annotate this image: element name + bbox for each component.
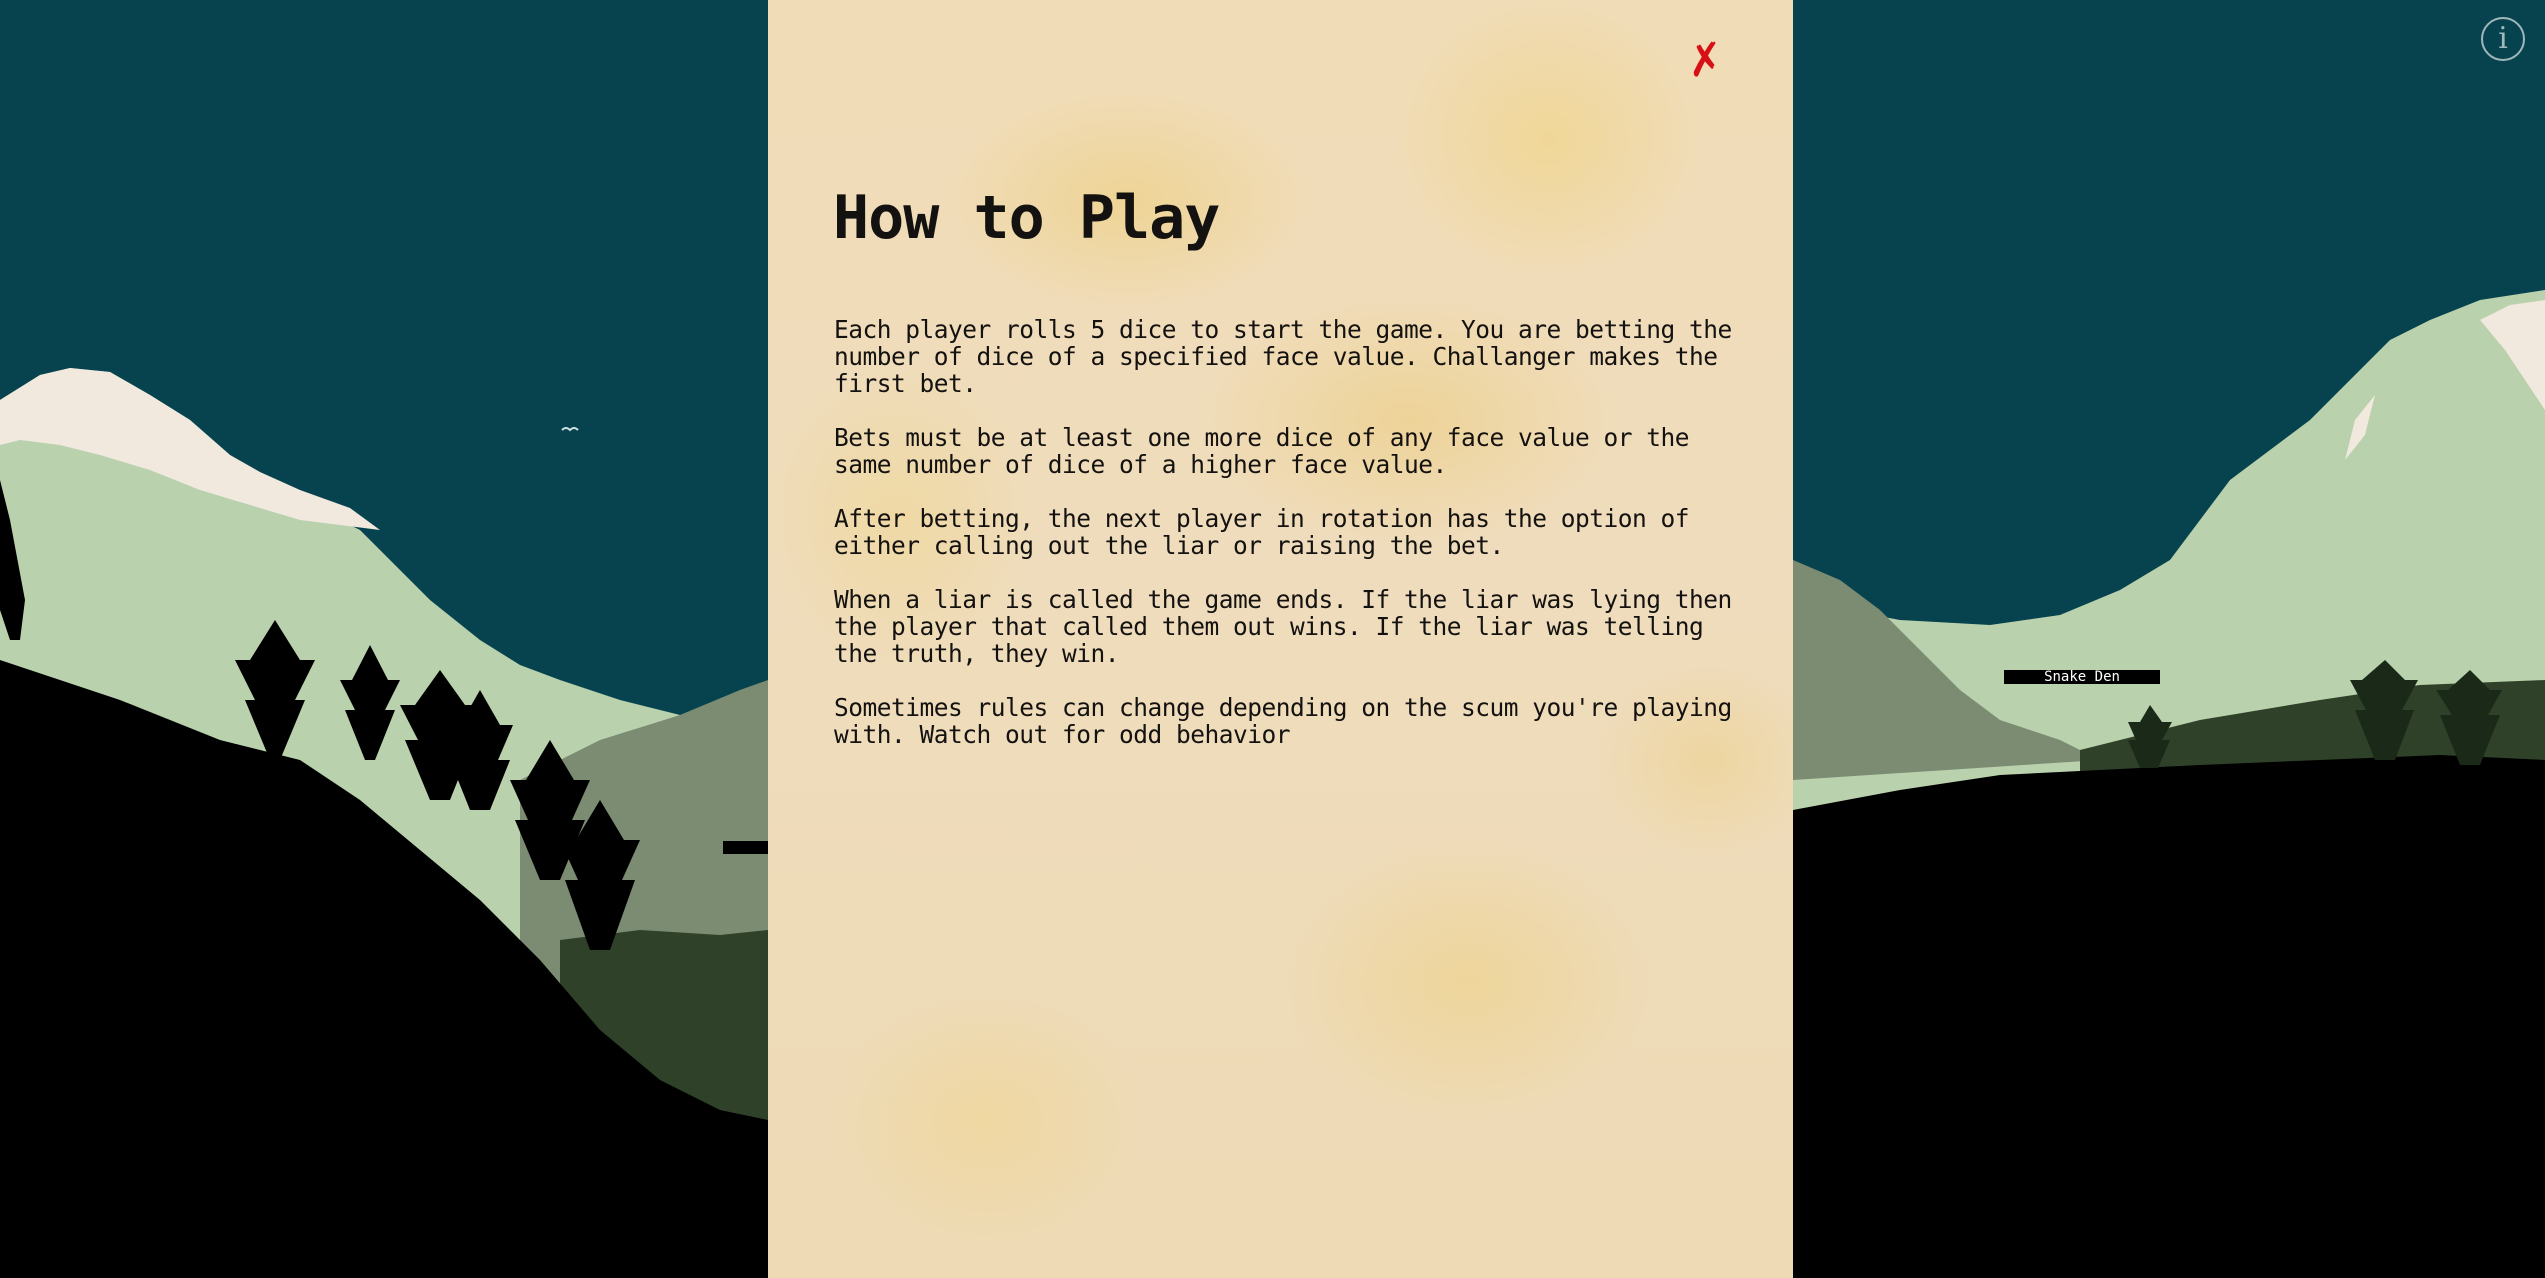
rules-paragraph: When a liar is called the game ends. If … — [834, 585, 1732, 668]
modal-title: How to Play — [833, 183, 1220, 253]
how-to-play-modal: ✗ How to Play Each player rolls 5 dice t… — [768, 0, 1793, 1278]
rules-paragraph: Bets must be at least one more dice of a… — [834, 423, 1690, 479]
rules-paragraph: After betting, the next player in rotati… — [834, 504, 1690, 560]
rules-paragraph: Sometimes rules can change depending on … — [834, 693, 1732, 749]
right-silhouette — [1793, 755, 2545, 1278]
game-scene: Snake Den i ✗ How to Play Each player ro… — [0, 0, 2545, 1278]
rules-text: Each player rolls 5 dice to start the ga… — [834, 316, 1734, 775]
info-icon[interactable]: i — [2481, 17, 2525, 61]
location-label-snake-den[interactable]: Snake Den — [2004, 670, 2160, 684]
rules-paragraph: Each player rolls 5 dice to start the ga… — [834, 315, 1732, 398]
close-icon[interactable]: ✗ — [1684, 33, 1728, 89]
location-label-hidden[interactable] — [723, 841, 769, 854]
